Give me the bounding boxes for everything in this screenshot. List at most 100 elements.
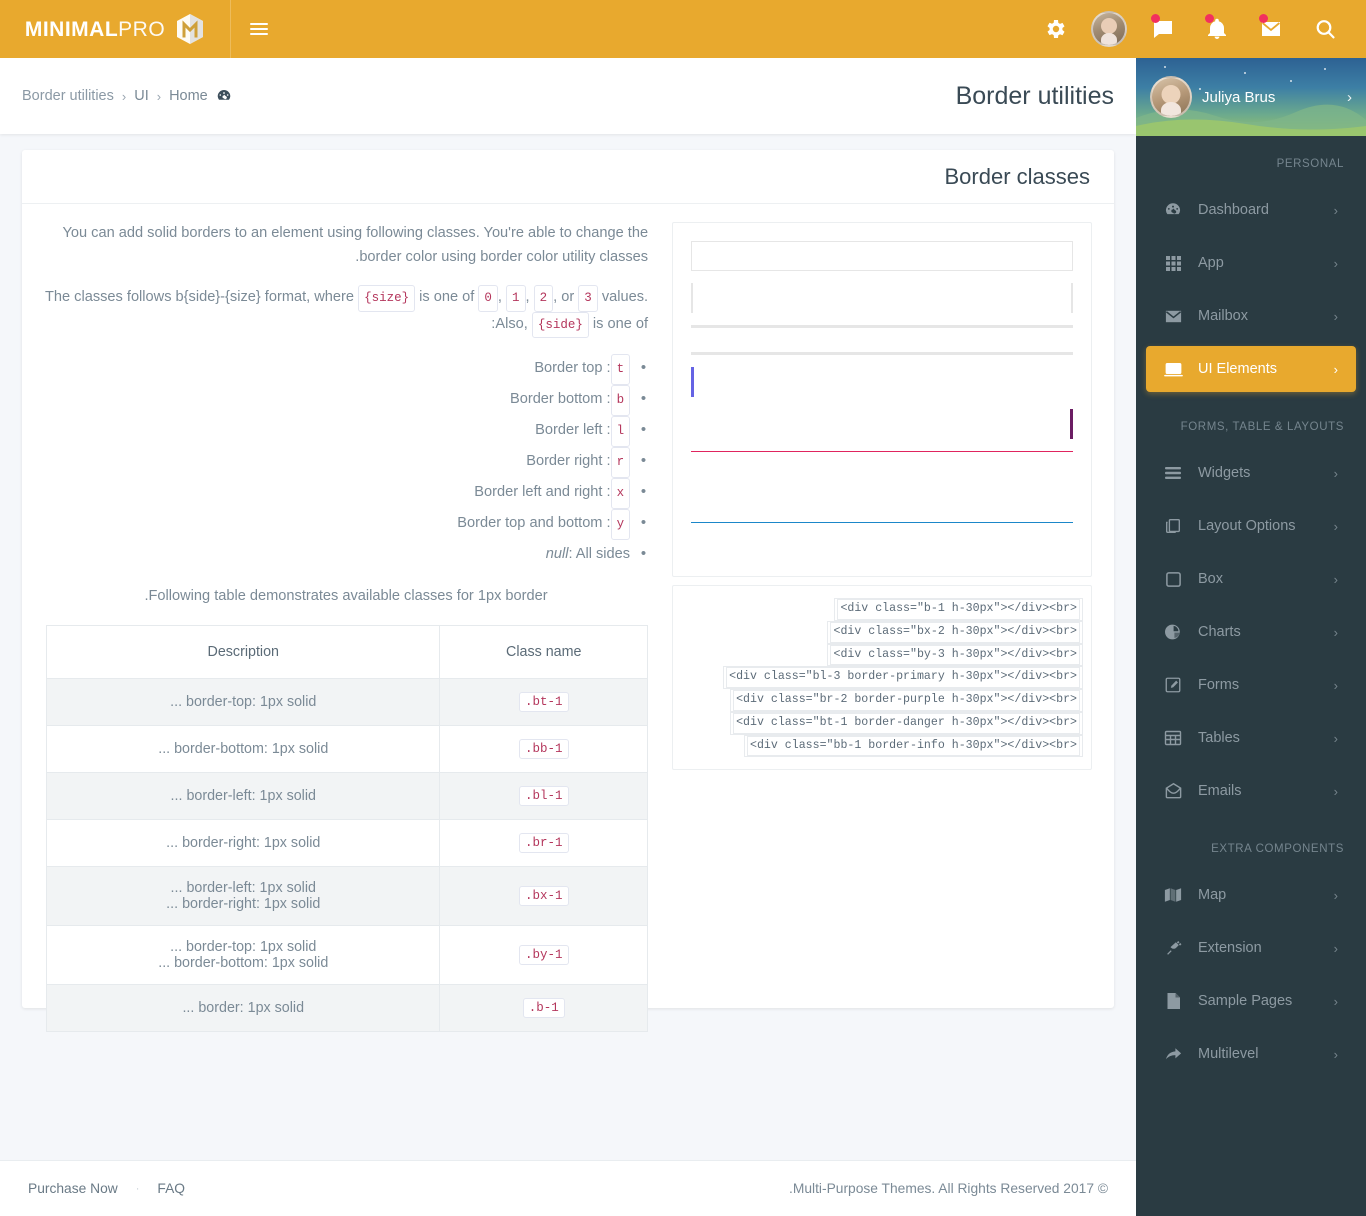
sidebar-item-dashboard[interactable]: Dashboard ‹ bbox=[1146, 187, 1356, 233]
sidebar-item-app[interactable]: App ‹ bbox=[1146, 240, 1356, 286]
breadcrumb-separator: ‹ bbox=[121, 88, 127, 104]
chevron-left-icon: ‹ bbox=[1333, 940, 1338, 956]
cell-description: border-right: 1px solid ... bbox=[46, 818, 441, 867]
hamburger-menu-icon[interactable] bbox=[230, 0, 286, 58]
edit-icon bbox=[1160, 676, 1186, 694]
side-code-y: y bbox=[610, 508, 631, 540]
column-header-description: Description bbox=[46, 624, 441, 679]
cell-class-name: .bl-1 bbox=[439, 771, 649, 820]
class-code: .by-1 bbox=[519, 944, 569, 965]
sidebar-profile-row[interactable]: Juliya Brus ‹ bbox=[1150, 76, 1352, 118]
size-value-3: 3 bbox=[578, 285, 598, 312]
sidebar-item-charts[interactable]: Charts ‹ bbox=[1146, 609, 1356, 655]
breadcrumb-item-border-utilities[interactable]: Border utilities bbox=[22, 88, 114, 104]
sides-list: t: Border top b: Border bottom l: Border… bbox=[44, 353, 648, 569]
search-icon[interactable] bbox=[1300, 0, 1350, 58]
table-row: .by-1 border-top: 1px solid ... border-b… bbox=[46, 924, 649, 985]
sidebar-item-ui-elements[interactable]: UI Elements ‹ bbox=[1146, 346, 1356, 392]
border-color-utility-link[interactable]: border color utility classes bbox=[480, 249, 648, 265]
preview-b-1 bbox=[691, 241, 1073, 271]
notifications-badge bbox=[1205, 14, 1214, 23]
list-item: x: Border left and right bbox=[44, 477, 648, 509]
preview-code-block: <div class="b-1 h-30px"></div><br> <div … bbox=[672, 585, 1092, 771]
class-code: .bb-1 bbox=[519, 738, 569, 759]
profile-name: Juliya Brus bbox=[1202, 88, 1276, 106]
avatar bbox=[1091, 11, 1127, 47]
minimalpro-logo-icon bbox=[177, 14, 204, 44]
documentation-column: You can add solid borders to an element … bbox=[44, 222, 648, 1032]
sidebar-item-box[interactable]: Box ‹ bbox=[1146, 556, 1356, 602]
mail-icon[interactable] bbox=[1246, 0, 1296, 58]
purchase-now-link[interactable]: Purchase Now bbox=[28, 1181, 118, 1196]
chevron-left-icon: ‹ bbox=[1333, 571, 1338, 587]
code-side-token: {side} bbox=[531, 311, 589, 338]
list-item: null: All sides bbox=[44, 539, 648, 569]
class-code: .bt-1 bbox=[519, 691, 569, 712]
sidebar-item-map[interactable]: Map ‹ bbox=[1146, 872, 1356, 918]
class-code: .br-1 bbox=[519, 832, 569, 853]
border-classes-card: Border classes You can add solid borders… bbox=[22, 150, 1114, 1032]
brand-logo[interactable]: MINIMALPRO bbox=[0, 0, 230, 58]
cell-class-name: .bt-1 bbox=[439, 677, 649, 726]
intro-paragraph-2: The classes follows b{side}-{size} forma… bbox=[44, 285, 648, 338]
sidebar-item-sample-pages[interactable]: Sample Pages ‹ bbox=[1146, 978, 1356, 1024]
sidebar-item-label: Mailbox bbox=[1198, 308, 1248, 324]
table-row: .b-1 border: 1px solid ... bbox=[46, 983, 649, 1032]
table-header-row: Class name Description bbox=[46, 624, 649, 679]
sidebar-item-label: Forms bbox=[1198, 677, 1240, 693]
cell-description: border-left: 1px solid ... bbox=[46, 771, 441, 820]
settings-icon[interactable] bbox=[1030, 0, 1080, 58]
sidebar-item-emails[interactable]: Emails ‹ bbox=[1146, 768, 1356, 814]
code-line: <div class="bb-1 border-info h-30px"></d… bbox=[747, 735, 1080, 757]
list-icon bbox=[1160, 464, 1186, 482]
sidebar-item-multilevel[interactable]: Multilevel ‹ bbox=[1146, 1031, 1356, 1077]
brand-text: MINIMALPRO bbox=[25, 19, 165, 40]
open-envelope-icon bbox=[1160, 782, 1186, 801]
page-title: Border utilities bbox=[955, 81, 1114, 110]
sidebar-item-forms[interactable]: Forms ‹ bbox=[1146, 662, 1356, 708]
border-classes-table: Class name Description .bt-1 border-top:… bbox=[46, 624, 649, 1032]
chevron-left-icon: ‹ bbox=[1333, 677, 1338, 693]
footer-bullet: · bbox=[135, 1182, 140, 1195]
sidebar-item-tables[interactable]: Tables ‹ bbox=[1146, 715, 1356, 761]
side-desc: : Border bottom bbox=[509, 390, 611, 407]
sidebar-item-layout-options[interactable]: Layout Options ‹ bbox=[1146, 503, 1356, 549]
chevron-left-icon: ‹ bbox=[1333, 202, 1338, 218]
sidebar-item-label: Multilevel bbox=[1198, 1046, 1259, 1062]
code-line: <div class="bl-3 border-primary h-30px">… bbox=[726, 667, 1080, 689]
list-item: t: Border top bbox=[44, 353, 648, 385]
footer-links: Purchase Now · FAQ bbox=[28, 1181, 185, 1196]
chevron-left-icon: ‹ bbox=[1333, 361, 1338, 377]
user-avatar[interactable] bbox=[1084, 0, 1134, 58]
chevron-left-icon: ‹ bbox=[1333, 465, 1338, 481]
side-code-t: t bbox=[610, 353, 631, 385]
messages-icon[interactable] bbox=[1138, 0, 1188, 58]
copy-icon bbox=[1160, 517, 1186, 535]
sidebar-item-label: Sample Pages bbox=[1198, 993, 1293, 1009]
preview-br-2-purple bbox=[691, 409, 1073, 439]
preview-bb-1-info bbox=[691, 493, 1073, 523]
cell-class-name: .by-1 bbox=[439, 924, 649, 985]
table-row: .br-1 border-right: 1px solid ... bbox=[46, 818, 649, 867]
sidebar-item-extension[interactable]: Extension ‹ bbox=[1146, 925, 1356, 971]
card-title: Border classes bbox=[944, 163, 1090, 189]
preview-bt-1-danger bbox=[691, 451, 1073, 481]
table-row: .bl-1 border-left: 1px solid ... bbox=[46, 771, 649, 820]
sidebar-item-mailbox[interactable]: Mailbox ‹ bbox=[1146, 293, 1356, 339]
sidebar-item-label: Dashboard bbox=[1198, 202, 1269, 218]
cell-class-name: .b-1 bbox=[439, 983, 649, 1032]
breadcrumb-item-ui[interactable]: UI bbox=[134, 88, 149, 104]
chevron-left-icon: ‹ bbox=[1333, 518, 1338, 534]
envelope-icon bbox=[1160, 307, 1186, 326]
sidebar-item-widgets[interactable]: Widgets ‹ bbox=[1146, 450, 1356, 496]
code-line: <div class="b-1 h-30px"></div><br> bbox=[837, 599, 1080, 620]
side-code-l: l bbox=[610, 415, 631, 447]
faq-link[interactable]: FAQ bbox=[157, 1181, 185, 1196]
breadcrumb-item-home[interactable]: Home bbox=[169, 88, 208, 104]
file-icon bbox=[1160, 992, 1186, 1010]
notifications-icon[interactable] bbox=[1192, 0, 1242, 58]
breadcrumb-separator: ‹ bbox=[156, 88, 162, 104]
chevron-left-icon: ‹ bbox=[1333, 783, 1338, 799]
sidebar-item-label: Map bbox=[1198, 887, 1227, 903]
chevron-left-icon[interactable]: ‹ bbox=[1347, 89, 1352, 106]
